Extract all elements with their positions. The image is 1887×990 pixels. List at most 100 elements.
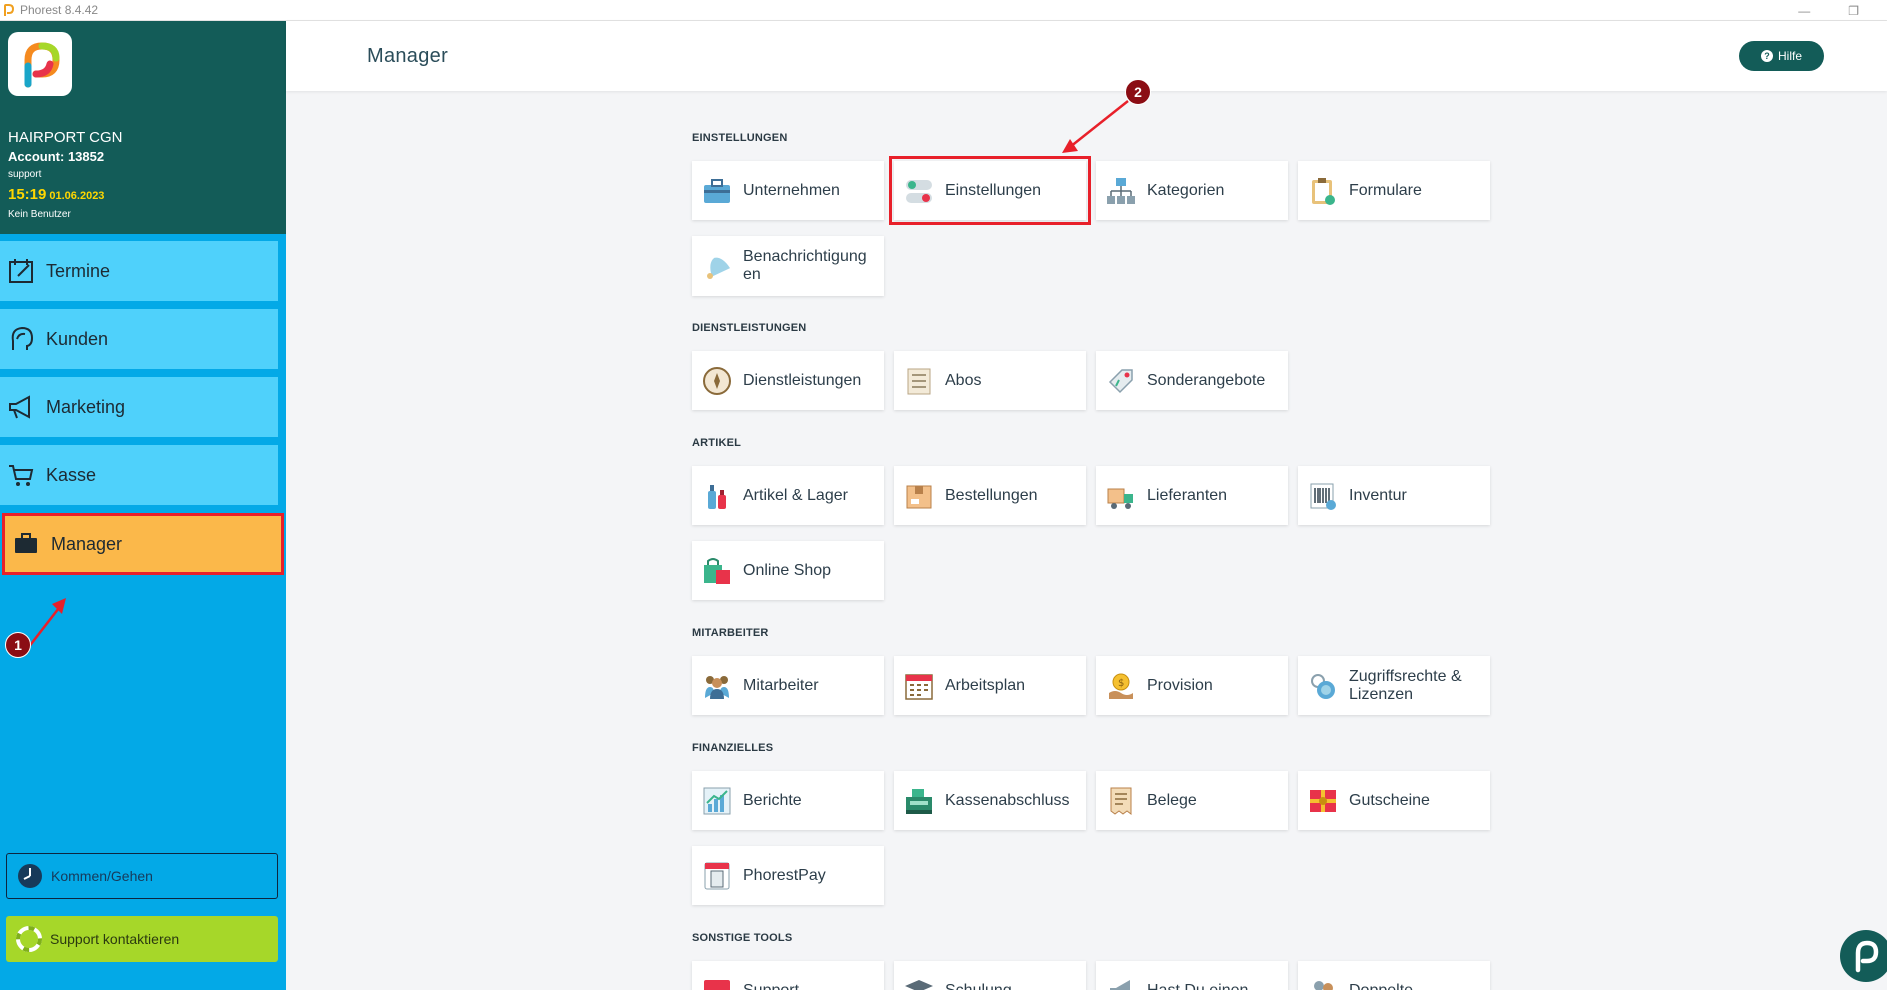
section-title: MITARBEITER bbox=[692, 627, 769, 639]
nav-item-kunden[interactable]: Kunden bbox=[0, 309, 278, 369]
clock-icon bbox=[18, 864, 42, 888]
tile-unternehmen[interactable]: Unternehmen bbox=[692, 161, 884, 220]
account-number: Account: 13852 bbox=[8, 149, 105, 164]
nav-label: Kunden bbox=[46, 328, 109, 349]
tile-label: Online Shop bbox=[743, 561, 832, 579]
nav-item-termine[interactable]: Termine bbox=[0, 241, 278, 301]
restore-button[interactable]: ❐ bbox=[1848, 4, 1859, 18]
phorest-logo bbox=[8, 32, 72, 96]
coin-hand-icon: $ bbox=[1106, 671, 1136, 701]
help-label: Hilfe bbox=[1777, 49, 1802, 63]
tile-label: Kassenabschluss bbox=[945, 791, 1070, 809]
price-tag-icon bbox=[1106, 366, 1136, 396]
tile-label: Berichte bbox=[743, 791, 802, 809]
tile-kassenabschluss[interactable]: Kassenabschluss bbox=[894, 771, 1086, 830]
tile-online-shop[interactable]: Online Shop bbox=[692, 541, 884, 600]
tile-label: Gutscheine bbox=[1349, 791, 1430, 809]
shop-name: HAIRPORT CGN bbox=[8, 129, 123, 146]
tile-label: Abos bbox=[945, 371, 982, 389]
clock-in-out-button[interactable]: Kommen/Gehen bbox=[6, 853, 278, 899]
tile-support[interactable]: Support bbox=[692, 961, 884, 990]
tile-abos[interactable]: Abos bbox=[894, 351, 1086, 410]
tile-label: Support bbox=[743, 981, 800, 990]
tile-berichte[interactable]: Berichte bbox=[692, 771, 884, 830]
app-logo-icon bbox=[4, 3, 14, 16]
cart-icon bbox=[6, 460, 36, 490]
tile-label: Zugriffsrechte & Lizenzen bbox=[1349, 667, 1462, 703]
window-titlebar: Phorest 8.4.42 — ❐ bbox=[0, 0, 1887, 21]
tile-einstellungen[interactable]: Einstellungen bbox=[889, 156, 1091, 225]
sidebar: HAIRPORT CGN Account: 13852 support 15:1… bbox=[0, 21, 286, 990]
tile-schulung[interactable]: Schulung bbox=[894, 961, 1086, 990]
tile-belege[interactable]: Belege bbox=[1096, 771, 1288, 830]
question-icon: ? bbox=[1760, 50, 1773, 62]
tile-phorestpay[interactable]: PhorestPay bbox=[692, 846, 884, 905]
tile-label: Dienstleistungen bbox=[743, 371, 862, 389]
megaphone-icon bbox=[1106, 976, 1136, 990]
phorest-chat-button[interactable] bbox=[1840, 930, 1887, 982]
card-terminal-icon bbox=[702, 861, 732, 891]
tile-label: Arbeitsplan bbox=[945, 676, 1026, 694]
section-title: DIENSTLEISTUNGEN bbox=[692, 322, 807, 334]
date-value: 01.06.2023 bbox=[49, 190, 105, 202]
svg-text:$: $ bbox=[1118, 678, 1124, 689]
badge-key-icon bbox=[1308, 671, 1338, 701]
tile-bestellungen[interactable]: Bestellungen bbox=[894, 466, 1086, 525]
compass-icon bbox=[702, 366, 732, 396]
tile-inventur[interactable]: Inventur bbox=[1298, 466, 1490, 525]
bottles-icon bbox=[702, 481, 732, 511]
receipt-icon bbox=[1106, 786, 1136, 816]
nav-item-marketing[interactable]: Marketing bbox=[0, 377, 278, 437]
tile-arbeitsplan[interactable]: Arbeitsplan bbox=[894, 656, 1086, 715]
section-title: EINSTELLUNGEN bbox=[692, 132, 788, 144]
clock-in-out-label: Kommen/Gehen bbox=[51, 868, 153, 884]
person-head-icon bbox=[6, 324, 36, 354]
cash-register-icon bbox=[904, 786, 934, 816]
tile-doppelte[interactable]: Doppelte bbox=[1298, 961, 1490, 990]
annotation-arrow-icon bbox=[1062, 100, 1129, 153]
tile-label: Sonderangebote bbox=[1147, 371, 1266, 389]
tile-mitarbeiter[interactable]: Mitarbeiter bbox=[692, 656, 884, 715]
hierarchy-icon bbox=[1106, 176, 1136, 206]
phorest-p-icon bbox=[24, 42, 60, 88]
window-title: Phorest 8.4.42 bbox=[20, 3, 99, 17]
nav-label: Kasse bbox=[46, 464, 97, 485]
tile-dienstleistungen[interactable]: Dienstleistungen bbox=[692, 351, 884, 410]
toggle-switches-icon bbox=[904, 176, 934, 206]
barcode-icon bbox=[1308, 481, 1338, 511]
page-header: Manager ? Hilfe bbox=[286, 21, 1887, 91]
clock-time: 15:19 01.06.2023 bbox=[8, 186, 104, 203]
tile-label: Kategorien bbox=[1147, 181, 1225, 199]
tile-kategorien[interactable]: Kategorien bbox=[1096, 161, 1288, 220]
shopping-bag-icon bbox=[702, 556, 732, 586]
staff-group-icon bbox=[702, 671, 732, 701]
tile-label: Unternehmen bbox=[743, 181, 840, 199]
tile-gutscheine[interactable]: Gutscheine bbox=[1298, 771, 1490, 830]
nav-label: Termine bbox=[46, 260, 111, 281]
tile-label: Doppelte bbox=[1349, 981, 1414, 990]
nav-item-manager[interactable]: Manager bbox=[2, 513, 284, 575]
nav-label: Marketing bbox=[46, 396, 126, 417]
checklist-icon bbox=[904, 366, 934, 396]
tile-provision[interactable]: $ Provision bbox=[1096, 656, 1288, 715]
help-button[interactable]: ? Hilfe bbox=[1739, 41, 1824, 71]
duplicate-person-icon bbox=[1308, 976, 1338, 990]
tile-hast-du-einen[interactable]: Hast Du einen bbox=[1096, 961, 1288, 990]
tile-benachrichtigungen[interactable]: Benachrichtigungen bbox=[692, 236, 884, 296]
package-icon bbox=[904, 481, 934, 511]
delivery-truck-icon bbox=[1106, 481, 1136, 511]
tile-zugriffsrechte-lizenzen[interactable]: Zugriffsrechte & Lizenzen bbox=[1298, 656, 1490, 715]
tile-lieferanten[interactable]: Lieferanten bbox=[1096, 466, 1288, 525]
tile-label: Provision bbox=[1147, 676, 1213, 694]
tile-label: Einstellungen bbox=[945, 181, 1042, 199]
phorest-p-icon bbox=[1855, 940, 1879, 973]
megaphone-icon bbox=[6, 392, 36, 422]
tile-artikel-lager[interactable]: Artikel & Lager bbox=[692, 466, 884, 525]
tile-sonderangebote[interactable]: Sonderangebote bbox=[1096, 351, 1288, 410]
clipboard-icon bbox=[1308, 176, 1338, 206]
minimize-button[interactable]: — bbox=[1798, 4, 1810, 18]
section-title: ARTIKEL bbox=[692, 437, 742, 449]
tile-formulare[interactable]: Formulare bbox=[1298, 161, 1490, 220]
contact-support-button[interactable]: Support kontaktieren bbox=[6, 916, 278, 962]
nav-item-kasse[interactable]: Kasse bbox=[0, 445, 278, 505]
